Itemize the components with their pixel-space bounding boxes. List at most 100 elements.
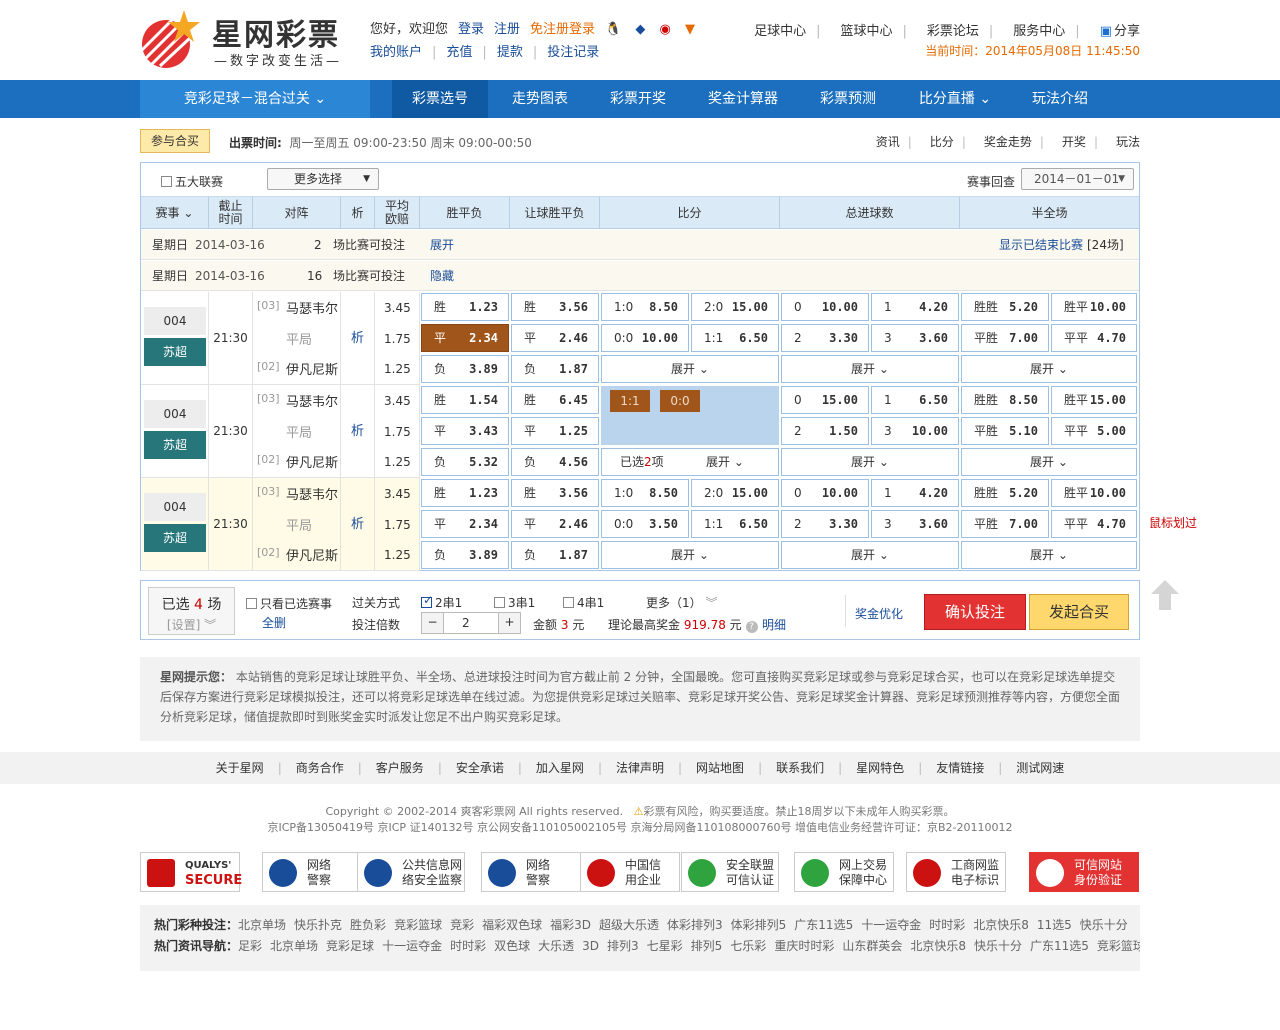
more-select[interactable]: 更多选择 ▼ xyxy=(267,168,379,190)
goals-option[interactable]: 0 10.00 xyxy=(781,293,869,321)
review-date-select[interactable]: 2014－01－01 ▼ xyxy=(1021,168,1134,190)
wdl-option[interactable]: 负 3.89 xyxy=(421,541,509,569)
score-expand-button[interactable]: 展开 ⌄ xyxy=(601,541,779,569)
analysis-link[interactable]: 析 xyxy=(341,385,375,478)
league-badge[interactable]: 苏超 xyxy=(144,431,206,459)
pass-4x1-checkbox[interactable]: 4串1 xyxy=(563,594,604,611)
selected-summary[interactable]: 已选 4 场 [设置] ︾ xyxy=(148,587,235,635)
trust-badge[interactable]: 公共信息网 络安全监察 xyxy=(357,852,465,892)
hot-news-link[interactable]: 北京快乐8 xyxy=(910,939,966,953)
goals-option[interactable]: 2 3.30 xyxy=(781,510,869,538)
footer-link[interactable]: 商务合作 xyxy=(296,761,344,775)
hot-news-link[interactable]: 快乐十分 xyxy=(974,939,1022,953)
handicap-option[interactable]: 平 2.46 xyxy=(511,510,599,538)
hot-news-link[interactable]: 时时彩 xyxy=(450,939,486,953)
handicap-option[interactable]: 胜 3.56 xyxy=(511,479,599,507)
score-option[interactable]: 0:0 3.50 xyxy=(601,510,689,538)
right-nav-football[interactable]: 足球中心 xyxy=(754,24,806,39)
goals-option[interactable]: 0 10.00 xyxy=(781,479,869,507)
goals-option[interactable]: 3 3.60 xyxy=(871,510,959,538)
nav-item-select[interactable]: 彩票选号 xyxy=(392,80,488,118)
hot-news-link[interactable]: 山东群英会 xyxy=(842,939,902,953)
hot-lottery-link[interactable]: 竞彩篮球 xyxy=(394,918,442,932)
footer-link[interactable]: 联系我们 xyxy=(776,761,824,775)
handicap-option[interactable]: 平 1.25 xyxy=(511,417,599,445)
hot-news-link[interactable]: 足彩 xyxy=(238,939,262,953)
footer-link[interactable]: 网站地图 xyxy=(696,761,744,775)
hot-news-link[interactable]: 重庆时时彩 xyxy=(774,939,834,953)
half-option[interactable]: 平胜 7.00 xyxy=(961,324,1049,352)
goals-option[interactable]: 0 15.00 xyxy=(781,386,869,414)
start-group-buy-button[interactable]: 发起合买 xyxy=(1029,594,1129,630)
day-hide-link[interactable]: 隐藏 xyxy=(430,261,454,291)
subnav-news[interactable]: 资讯 xyxy=(876,135,900,149)
my-account-link[interactable]: 我的账户 xyxy=(370,45,422,60)
hot-news-link[interactable]: 七乐彩 xyxy=(730,939,766,953)
hot-lottery-link[interactable]: 超级大乐透 xyxy=(599,918,659,932)
nav-item-trend[interactable]: 走势图表 xyxy=(492,80,588,118)
nav-item-rules[interactable]: 玩法介绍 xyxy=(1012,80,1108,118)
subnav-draw[interactable]: 开奖 xyxy=(1062,135,1086,149)
score-option[interactable]: 2:0 15.00 xyxy=(691,479,779,507)
score-option[interactable]: 1:1 6.50 xyxy=(691,324,779,352)
hot-lottery-link[interactable]: 北京单场 xyxy=(238,918,286,932)
goals-option[interactable]: 2 1.50 xyxy=(781,417,869,445)
handicap-option[interactable]: 负 1.87 xyxy=(511,541,599,569)
right-nav-forum[interactable]: 彩票论坛 xyxy=(927,24,979,39)
shield-icon[interactable]: ◆ xyxy=(635,22,645,37)
league-badge[interactable]: 苏超 xyxy=(144,338,206,366)
goals-option[interactable]: 3 3.60 xyxy=(871,324,959,352)
goals-expand-button[interactable]: 展开 ⌄ xyxy=(781,355,959,383)
nav-item-live[interactable]: 比分直播 ⌄ xyxy=(900,80,1010,118)
trust-badge[interactable]: QUALYS' SECURE xyxy=(140,852,242,892)
half-option[interactable]: 胜平 10.00 xyxy=(1051,479,1137,507)
trust-badge[interactable]: 安全联盟 可信认证 xyxy=(681,852,779,892)
goals-option[interactable]: 1 6.50 xyxy=(871,386,959,414)
trust-badge[interactable]: 网上交易 保障中心 xyxy=(794,852,894,892)
wdl-option[interactable]: 平 2.34 xyxy=(421,510,509,538)
subnav-rules[interactable]: 玩法 xyxy=(1116,135,1140,149)
goals-expand-button[interactable]: 展开 ⌄ xyxy=(781,448,959,476)
hot-news-link[interactable]: 3D xyxy=(582,939,599,953)
recharge-link[interactable]: 充值 xyxy=(446,45,472,60)
detail-link[interactable]: 明细 xyxy=(762,616,786,633)
analysis-link[interactable]: 析 xyxy=(341,292,375,385)
qq-icon[interactable]: 🐧 xyxy=(605,22,621,37)
nav-item-forecast[interactable]: 彩票预测 xyxy=(800,80,896,118)
hot-lottery-link[interactable]: 快乐扑克 xyxy=(294,918,342,932)
half-option[interactable]: 平平 4.70 xyxy=(1051,510,1137,538)
goals-option[interactable]: 1 4.20 xyxy=(871,293,959,321)
home-team[interactable]: 马瑟韦尔 xyxy=(286,484,338,503)
right-nav-basketball[interactable]: 篮球中心 xyxy=(840,24,892,39)
handicap-option[interactable]: 胜 3.56 xyxy=(511,293,599,321)
trust-badge[interactable]: 中国信 用企业 xyxy=(580,852,680,892)
handicap-option[interactable]: 负 1.87 xyxy=(511,355,599,383)
hot-lottery-link[interactable]: 竞彩 xyxy=(450,918,474,932)
half-expand-button[interactable]: 展开 ⌄ xyxy=(961,355,1137,383)
half-option[interactable]: 胜胜 8.50 xyxy=(961,386,1049,414)
wdl-option[interactable]: 负 5.32 xyxy=(421,448,509,476)
trust-badge[interactable]: 网络 警察 xyxy=(481,852,581,892)
register-link[interactable]: 注册 xyxy=(494,22,520,37)
day-expand-link[interactable]: 展开 xyxy=(430,230,454,260)
join-group-button[interactable]: 参与合买 xyxy=(140,129,210,153)
half-option[interactable]: 平胜 7.00 xyxy=(961,510,1049,538)
bet-record-link[interactable]: 投注记录 xyxy=(547,45,599,60)
score-option[interactable]: 1:0 8.50 xyxy=(601,479,689,507)
trust-badge[interactable]: 可信网站 身份验证 xyxy=(1029,852,1139,892)
score-option[interactable]: 1:1 6.50 xyxy=(691,510,779,538)
handicap-option[interactable]: 胜 6.45 xyxy=(511,386,599,414)
nav-lottery-select[interactable]: 竞彩足球－混合过关 ⌄ xyxy=(140,80,370,118)
subnav-score[interactable]: 比分 xyxy=(930,135,954,149)
minus-button[interactable]: − xyxy=(422,613,444,633)
hot-news-link[interactable]: 竞彩足球 xyxy=(326,939,374,953)
pass-2x1-checkbox[interactable]: ✓ 2串1 xyxy=(421,593,462,611)
away-team[interactable]: 伊凡尼斯 xyxy=(286,545,338,564)
help-icon[interactable]: ? xyxy=(745,621,758,633)
right-nav-share[interactable]: 分享 xyxy=(1114,24,1140,39)
hot-news-link[interactable]: 大乐透 xyxy=(538,939,574,953)
wdl-option[interactable]: 平 2.34 xyxy=(421,324,509,352)
goals-option[interactable]: 3 10.00 xyxy=(871,417,959,445)
back-to-top-icon[interactable] xyxy=(1149,578,1181,612)
away-team[interactable]: 伊凡尼斯 xyxy=(286,359,338,378)
